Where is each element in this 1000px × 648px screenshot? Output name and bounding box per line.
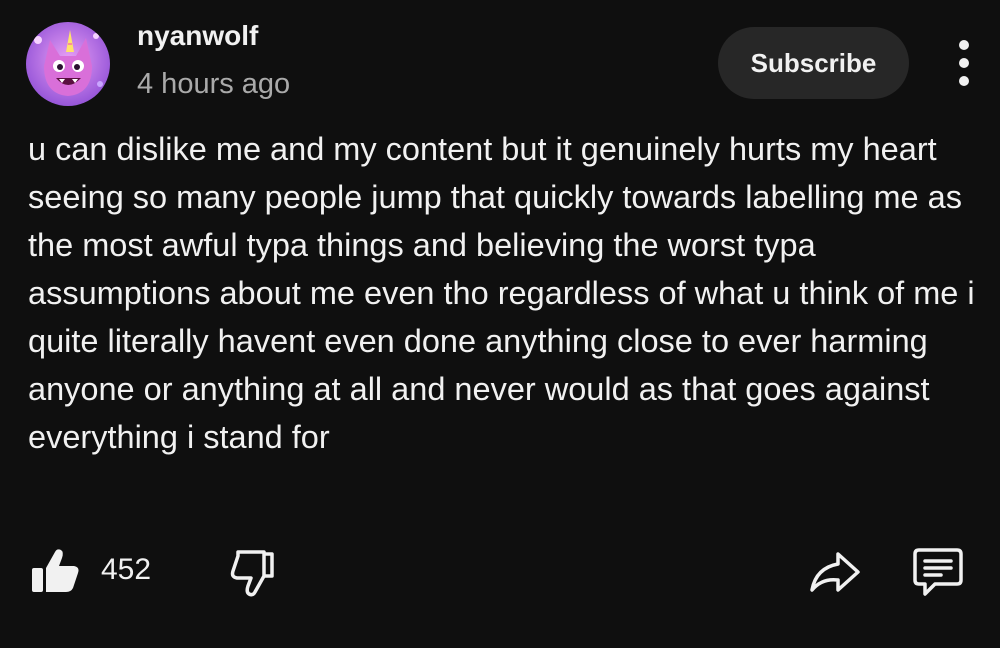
more-vert-icon-dot-3	[959, 76, 969, 86]
more-vert-icon	[959, 40, 969, 50]
post-text: u can dislike me and my content but it g…	[28, 131, 975, 455]
dislike-button[interactable]	[228, 548, 280, 598]
author-avatar[interactable]	[26, 22, 110, 106]
comment-icon	[913, 548, 963, 596]
thumbs-up-icon	[32, 549, 79, 592]
like-count: 452	[101, 553, 152, 586]
share-icon	[810, 552, 860, 592]
share-button[interactable]	[808, 548, 862, 596]
more-options-button[interactable]	[944, 40, 984, 86]
like-button[interactable]	[30, 546, 82, 596]
post-timestamp: 4 hours ago	[137, 68, 291, 100]
more-vert-icon-dot-2	[959, 58, 969, 68]
subscribe-button[interactable]: Subscribe	[718, 27, 909, 99]
author-name[interactable]: nyanwolf	[137, 20, 258, 52]
community-post: nyanwolf 4 hours ago Subscribe u can dis…	[0, 0, 1000, 648]
thumbs-down-icon	[230, 550, 274, 597]
comment-button[interactable]	[911, 546, 965, 600]
avatar-pink-wolf-icon	[26, 22, 110, 106]
